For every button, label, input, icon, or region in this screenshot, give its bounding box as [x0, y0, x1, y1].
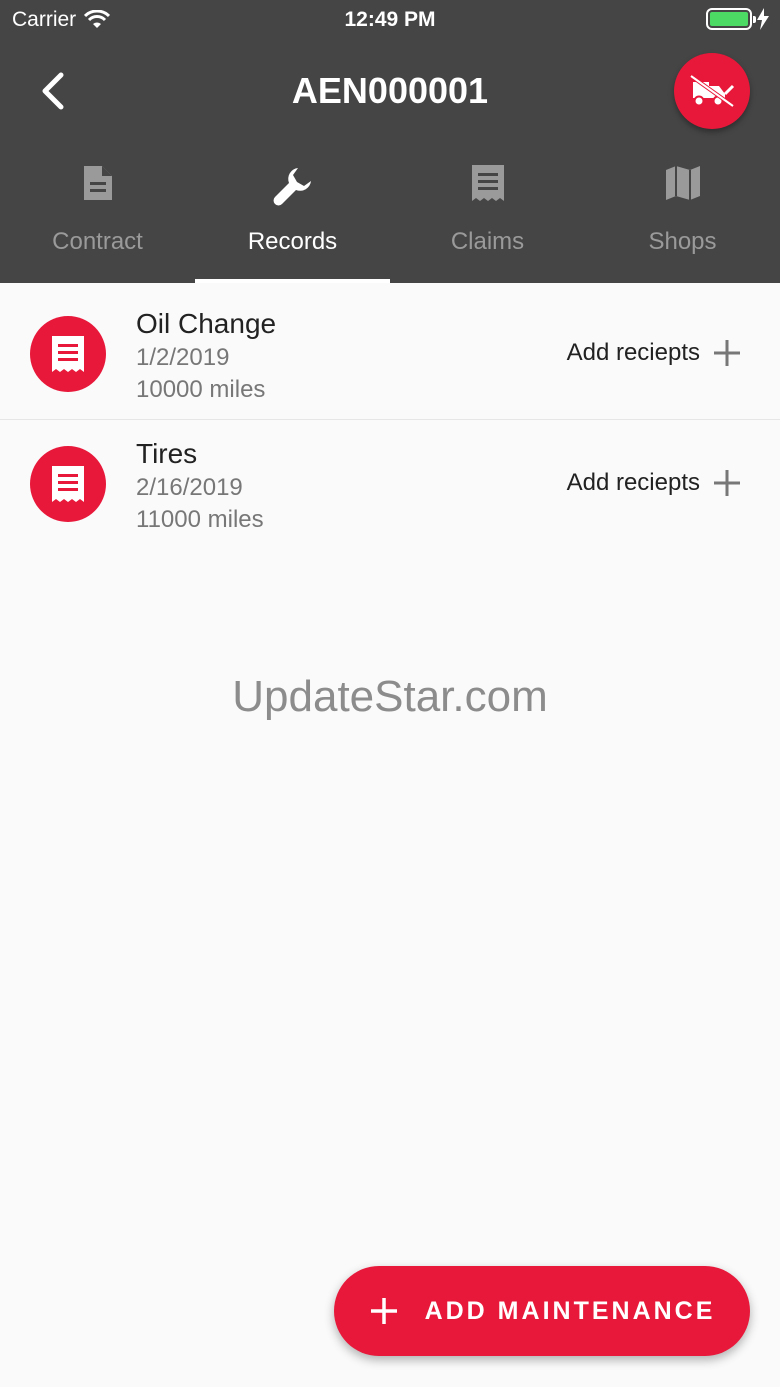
record-avatar — [30, 316, 106, 392]
status-bar: Carrier 12:49 PM — [0, 0, 780, 40]
add-receipts-button[interactable]: Add reciepts — [567, 338, 742, 368]
receipt-icon — [52, 336, 84, 372]
wrench-icon — [273, 168, 311, 206]
tab-records[interactable]: Records — [195, 150, 390, 283]
tab-label: Contract — [52, 228, 143, 255]
tab-bar: Contract Records Claims Shops — [0, 150, 780, 283]
record-mileage: 11000 miles — [136, 506, 264, 533]
watermark: UpdateStar.com — [232, 672, 548, 721]
tab-label: Claims — [450, 228, 525, 255]
plus-icon — [370, 1298, 397, 1324]
active-tab-indicator — [195, 279, 390, 283]
add-maintenance-button[interactable]: ADD MAINTENANCE — [334, 1266, 750, 1356]
tab-claims[interactable]: Claims — [390, 150, 585, 283]
page-title: AEN000001 — [291, 70, 489, 111]
map-icon — [665, 166, 700, 200]
record-avatar — [30, 446, 106, 522]
bolt-icon — [757, 8, 769, 30]
add-receipts-label: Add reciepts — [566, 339, 700, 366]
plus-icon — [714, 470, 740, 496]
add-maintenance-label: ADD MAINTENANCE — [424, 1296, 716, 1325]
add-receipts-button[interactable]: Add reciepts — [567, 468, 742, 498]
list-item[interactable]: Oil Change 1/2/2019 10000 miles Add reci… — [0, 290, 780, 420]
receipt-icon — [52, 466, 84, 502]
plus-icon — [714, 340, 740, 366]
top-app-bar: Carrier 12:49 PM AEN000001 Contract Reco… — [0, 0, 780, 283]
maintenance-records-list: Oil Change 1/2/2019 10000 miles Add reci… — [0, 290, 780, 550]
document-icon — [83, 166, 112, 200]
battery-indicator — [706, 8, 770, 30]
tow-truck-icon — [689, 74, 735, 108]
roadside-assistance-button[interactable] — [674, 53, 750, 129]
record-date: 2/16/2019 — [136, 474, 243, 501]
record-mileage: 10000 miles — [136, 376, 266, 403]
record-date: 1/2/2019 — [136, 344, 230, 371]
status-time: 12:49 PM — [344, 8, 436, 31]
tab-shops[interactable]: Shops — [585, 150, 780, 283]
record-title: Oil Change — [136, 308, 277, 339]
tab-label: Shops — [648, 228, 717, 255]
record-title: Tires — [136, 438, 198, 469]
receipt-icon — [471, 165, 504, 201]
tab-label: Records — [247, 228, 338, 255]
list-item[interactable]: Tires 2/16/2019 11000 miles Add reciepts — [0, 420, 780, 550]
navigation-bar: AEN000001 — [0, 40, 780, 140]
add-receipts-label: Add reciepts — [566, 469, 700, 496]
tab-contract[interactable]: Contract — [0, 150, 195, 283]
battery-icon — [706, 8, 756, 30]
